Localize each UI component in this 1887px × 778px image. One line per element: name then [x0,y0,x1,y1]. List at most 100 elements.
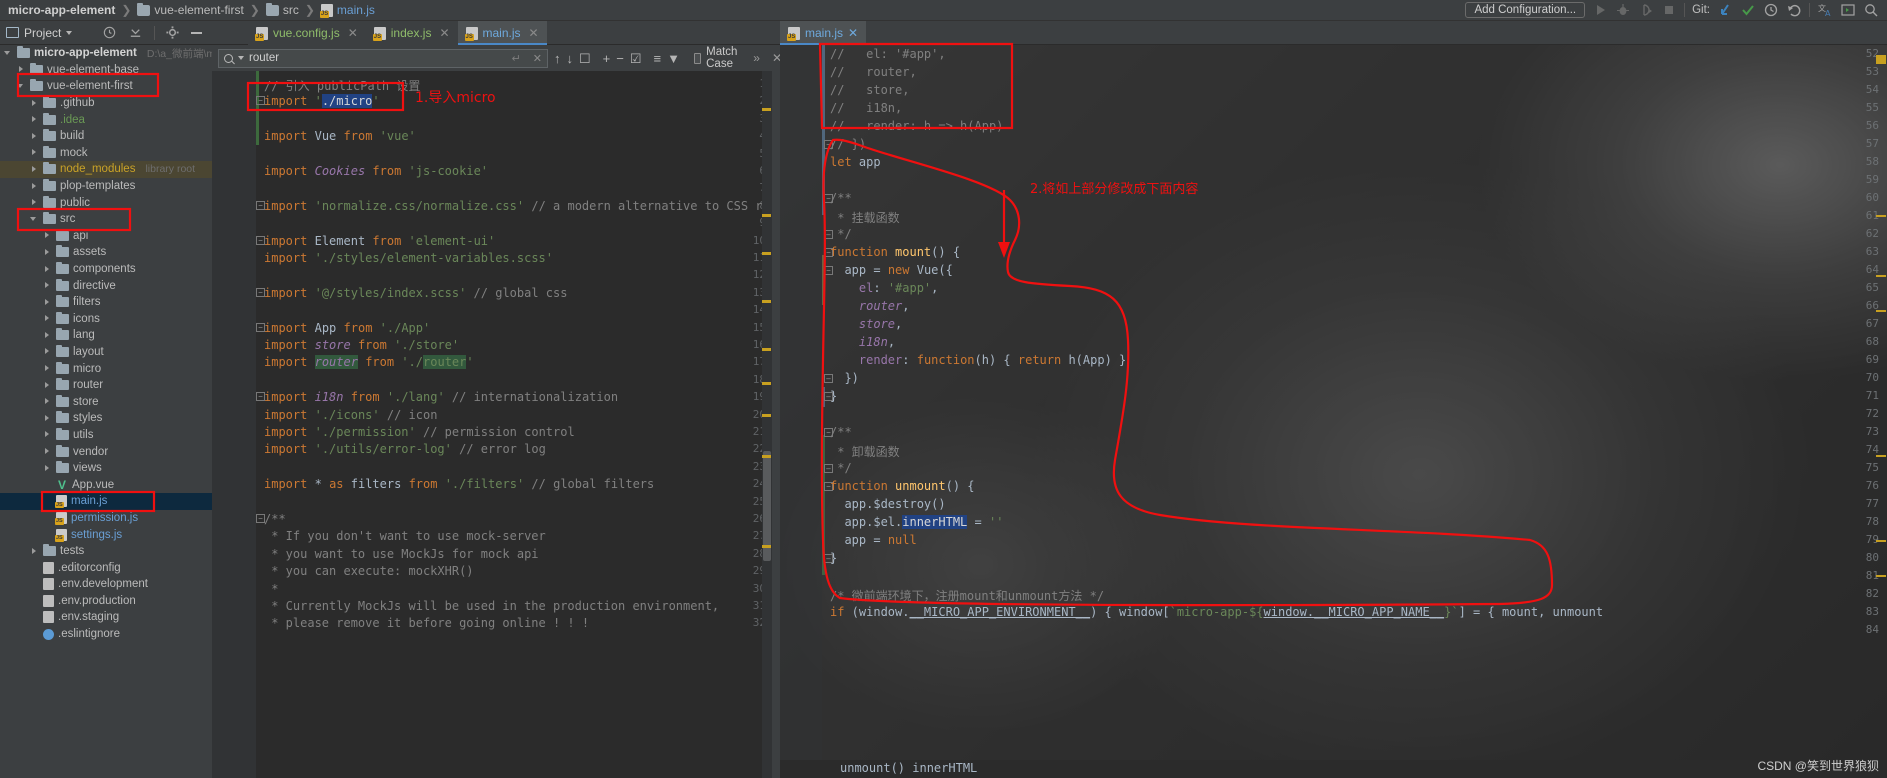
warning-marker[interactable] [762,300,771,303]
code-line[interactable]: app.$destroy() [830,497,945,511]
tree-expand-down-icon[interactable] [30,215,39,224]
tree-expand-right-icon[interactable] [43,265,52,274]
tree-expand-right-icon[interactable] [43,347,52,356]
editor-right-scrollbar[interactable] [1875,45,1887,778]
tree-expand-right-icon[interactable] [30,198,39,207]
tree-item-permission-js[interactable]: permission.js [0,510,212,527]
search-everywhere-icon[interactable] [1863,2,1879,18]
code-line[interactable]: // render: h => h(App) [830,119,1003,133]
tree-expand-right-icon[interactable] [17,65,26,74]
tree-item-env-development[interactable]: .env.development [0,576,212,593]
code-line[interactable]: // i18n, [830,101,902,115]
tree-expand-right-icon[interactable] [43,298,52,307]
gear-icon[interactable] [165,25,181,41]
code-line[interactable]: import * as filters from './filters' // … [264,477,654,491]
code-line[interactable]: * please remove it before going online !… [264,616,589,630]
tree-item-app-vue[interactable]: V App.vue [0,476,212,493]
tree-expand-right-icon[interactable] [43,281,52,290]
warning-marker[interactable] [762,214,771,217]
tree-expand-right-icon[interactable] [30,148,39,157]
tree-expand-right-icon[interactable] [30,547,39,556]
code-line[interactable]: import '@/styles/index.scss' // global c… [264,286,567,300]
tree-expand-right-icon[interactable] [43,430,52,439]
breadcrumb-item-file[interactable]: main.js [319,3,377,18]
more-options-icon[interactable]: » [753,51,760,65]
tree-item-micro-app-element[interactable]: micro-app-element D:\a_微前端\micro [0,45,212,62]
tree-item-plop-templates[interactable]: plop-templates [0,178,212,195]
close-icon[interactable]: ✕ [348,26,358,40]
code-line[interactable]: // store, [830,83,909,97]
code-line[interactable]: router, [830,299,910,313]
tree-item-icons[interactable]: icons [0,311,212,328]
update-project-icon[interactable] [1717,2,1733,18]
warning-marker[interactable] [1876,575,1886,577]
coverage-icon[interactable] [1638,2,1654,18]
code-line[interactable]: * 卸载函数 [830,443,899,460]
code-line[interactable]: import App from './App' [264,321,430,335]
editor-right-pane[interactable]: 52// el: '#app', 53// router, 54// store, 5… [780,45,1887,778]
collapse-all-icon[interactable] [128,25,144,41]
code-line[interactable]: function unmount() { [830,479,975,493]
tree-item-api[interactable]: api [0,228,212,245]
code-line[interactable]: }) [830,371,858,385]
tree-item-editorconfig[interactable]: .editorconfig [0,559,212,576]
code-line[interactable]: /** [264,512,286,526]
tree-expand-right-icon[interactable] [43,331,52,340]
code-line[interactable]: app = null [830,533,916,547]
tree-item-vendor[interactable]: vendor [0,443,212,460]
translate-icon[interactable]: 文A [1817,2,1833,18]
project-tool-button[interactable]: Project [0,26,73,40]
tree-item-views[interactable]: views [0,460,212,477]
add-occurrence-icon[interactable]: + [603,51,611,66]
warning-marker[interactable] [1876,275,1886,277]
tree-item-vue-element-base[interactable]: vue-element-base [0,62,212,79]
tree-item-eslintignore[interactable]: .eslintignore [0,626,212,643]
hide-icon[interactable] [191,31,203,34]
clock-icon[interactable] [102,25,118,41]
code-line[interactable]: /** [830,191,852,205]
tree-expand-right-icon[interactable] [43,464,52,473]
code-line[interactable]: import store from './store' [264,338,459,352]
tree-item-lang[interactable]: lang [0,327,212,344]
tree-expand-right-icon[interactable] [43,381,52,390]
code-line[interactable]: // el: '#app', [830,47,946,61]
tree-expand-down-icon[interactable] [17,82,26,91]
tree-item-node-modules[interactable]: node_modules library root [0,161,212,178]
stop-icon[interactable] [1661,2,1677,18]
warning-marker[interactable] [762,108,771,111]
tree-expand-right-icon[interactable] [43,364,52,373]
tree-item-main-js[interactable]: main.js [0,493,212,510]
code-line[interactable]: * If you don't want to use mock-server [264,529,546,543]
code-line[interactable]: // 引入 publicPath 设置 [264,77,420,94]
tree-item-settings-js[interactable]: settings.js [0,526,212,543]
search-input[interactable]: router ↵ ✕ [218,48,548,68]
tab-vue-config-js[interactable]: vue.config.js ✕ [248,21,366,45]
code-line[interactable]: import Element from 'element-ui' [264,234,495,248]
tree-item-micro[interactable]: micro [0,360,212,377]
next-match-icon[interactable]: ↓ [567,51,574,66]
code-line[interactable]: import './icons' // icon [264,408,437,422]
code-line[interactable]: * [264,582,278,596]
tree-expand-right-icon[interactable] [30,182,39,191]
tree-expand-right-icon[interactable] [43,231,52,240]
code-line[interactable]: import './micro' [264,94,380,109]
warning-marker[interactable] [762,545,771,548]
warning-marker[interactable] [762,252,771,255]
close-icon[interactable]: ✕ [529,26,539,40]
close-icon[interactable]: ✕ [848,26,858,40]
code-line[interactable]: * you can execute: mockXHR() [264,564,473,578]
tree-item-env-staging[interactable]: .env.staging [0,609,212,626]
tree-item-mock[interactable]: mock [0,145,212,162]
remove-occurrence-icon[interactable]: − [616,51,624,66]
rollback-icon[interactable] [1786,2,1802,18]
tree-item-src[interactable]: src [0,211,212,228]
tree-expand-right-icon[interactable] [30,132,39,141]
warning-marker[interactable] [1876,215,1886,217]
history-icon[interactable] [1763,2,1779,18]
code-line[interactable]: el: '#app', [830,281,939,295]
chevron-down-icon[interactable] [238,56,244,60]
code-line[interactable]: import './styles/element-variables.scss' [264,251,553,265]
tree-item-styles[interactable]: styles [0,410,212,427]
warning-marker[interactable] [762,348,771,351]
code-line[interactable]: * you want to use MockJs for mock api [264,547,538,561]
